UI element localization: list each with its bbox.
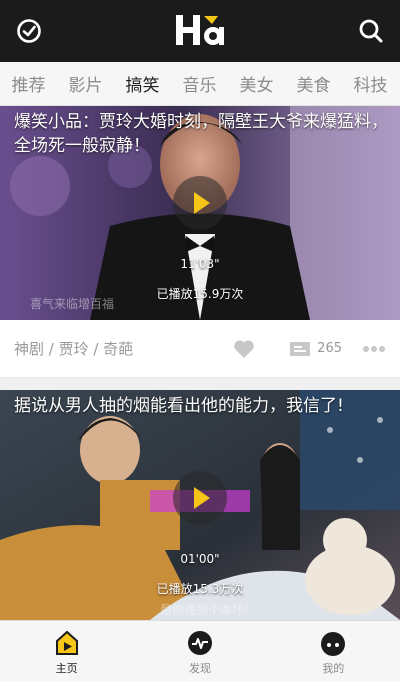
video-duration: 11'03" <box>180 257 220 271</box>
video-thumbnail[interactable]: 据说从男人抽的烟能看出他的能力，我信了! 01'00" 已播放15.3万次 最你… <box>0 390 400 620</box>
video-duration: 01'00" <box>180 552 220 566</box>
tab-music[interactable]: 音乐 <box>171 71 228 96</box>
video-title: 爆笑小品：贾玲大婚时刻，隔壁王大爷来爆猛料，全场死一般寂静！ <box>14 112 388 156</box>
video-title: 据说从男人抽的烟能看出他的能力，我信了! <box>14 396 344 416</box>
video-tags[interactable]: 神剧 / 贾玲 / 奇葩 <box>14 338 233 359</box>
video-feed: 爆笑小品：贾玲大婚时刻，隔壁王大爷来爆猛料，全场死一般寂静！ 11'03" 已播… <box>0 106 400 620</box>
tab-food[interactable]: 美食 <box>285 71 342 96</box>
nav-discover-label: 发现 <box>188 662 211 675</box>
top-bar <box>0 0 400 62</box>
category-tabs: 推荐 影片 搞笑 音乐 美女 美食 科技 <box>0 62 400 106</box>
play-button[interactable] <box>173 471 227 525</box>
play-button[interactable] <box>173 176 227 230</box>
tab-movies[interactable]: 影片 <box>57 71 114 96</box>
nav-profile[interactable]: 我的 <box>267 621 400 682</box>
app-logo <box>176 15 224 45</box>
video-card: 爆笑小品：贾玲大婚时刻，隔壁王大爷来爆猛料，全场死一般寂静！ 11'03" 已播… <box>0 106 400 378</box>
nav-discover[interactable]: 发现 <box>133 621 266 682</box>
home-play-icon <box>55 630 78 655</box>
more-icon[interactable] <box>362 345 386 353</box>
nav-home-label: 主页 <box>55 662 78 675</box>
tab-funny[interactable]: 搞笑 <box>114 71 171 96</box>
heart-icon[interactable] <box>233 339 255 359</box>
tab-tech[interactable]: 科技 <box>342 71 399 96</box>
play-count: 已播放15.3万次 <box>156 582 244 596</box>
video-thumbnail[interactable]: 爆笑小品：贾玲大婚时刻，隔壁王大爷来爆猛料，全场死一般寂静！ 11'03" 已播… <box>0 106 400 320</box>
search-icon[interactable] <box>358 18 384 44</box>
video-card: 据说从男人抽的烟能看出他的能力，我信了! 01'00" 已播放15.3万次 最你… <box>0 390 400 620</box>
discover-pulse-icon <box>187 631 212 655</box>
comment-button[interactable]: 265 <box>289 340 342 358</box>
tab-recommend[interactable]: 推荐 <box>0 71 57 96</box>
profile-face-icon <box>321 632 346 656</box>
nav-home[interactable]: 主页 <box>0 621 133 682</box>
comment-icon <box>290 341 311 356</box>
bottom-navigation: 主页 发现 我的 <box>0 620 400 682</box>
video-watermark: 最你懂到个本坏! <box>160 603 249 617</box>
nav-profile-label: 我的 <box>322 662 345 675</box>
video-watermark: 喜气来临增百福 <box>30 297 115 311</box>
video-meta-bar: 神剧 / 贾玲 / 奇葩 265 <box>0 320 400 378</box>
check-circle-icon[interactable] <box>16 18 42 44</box>
comment-count: 265 <box>317 341 342 356</box>
tab-beauty[interactable]: 美女 <box>228 71 285 96</box>
